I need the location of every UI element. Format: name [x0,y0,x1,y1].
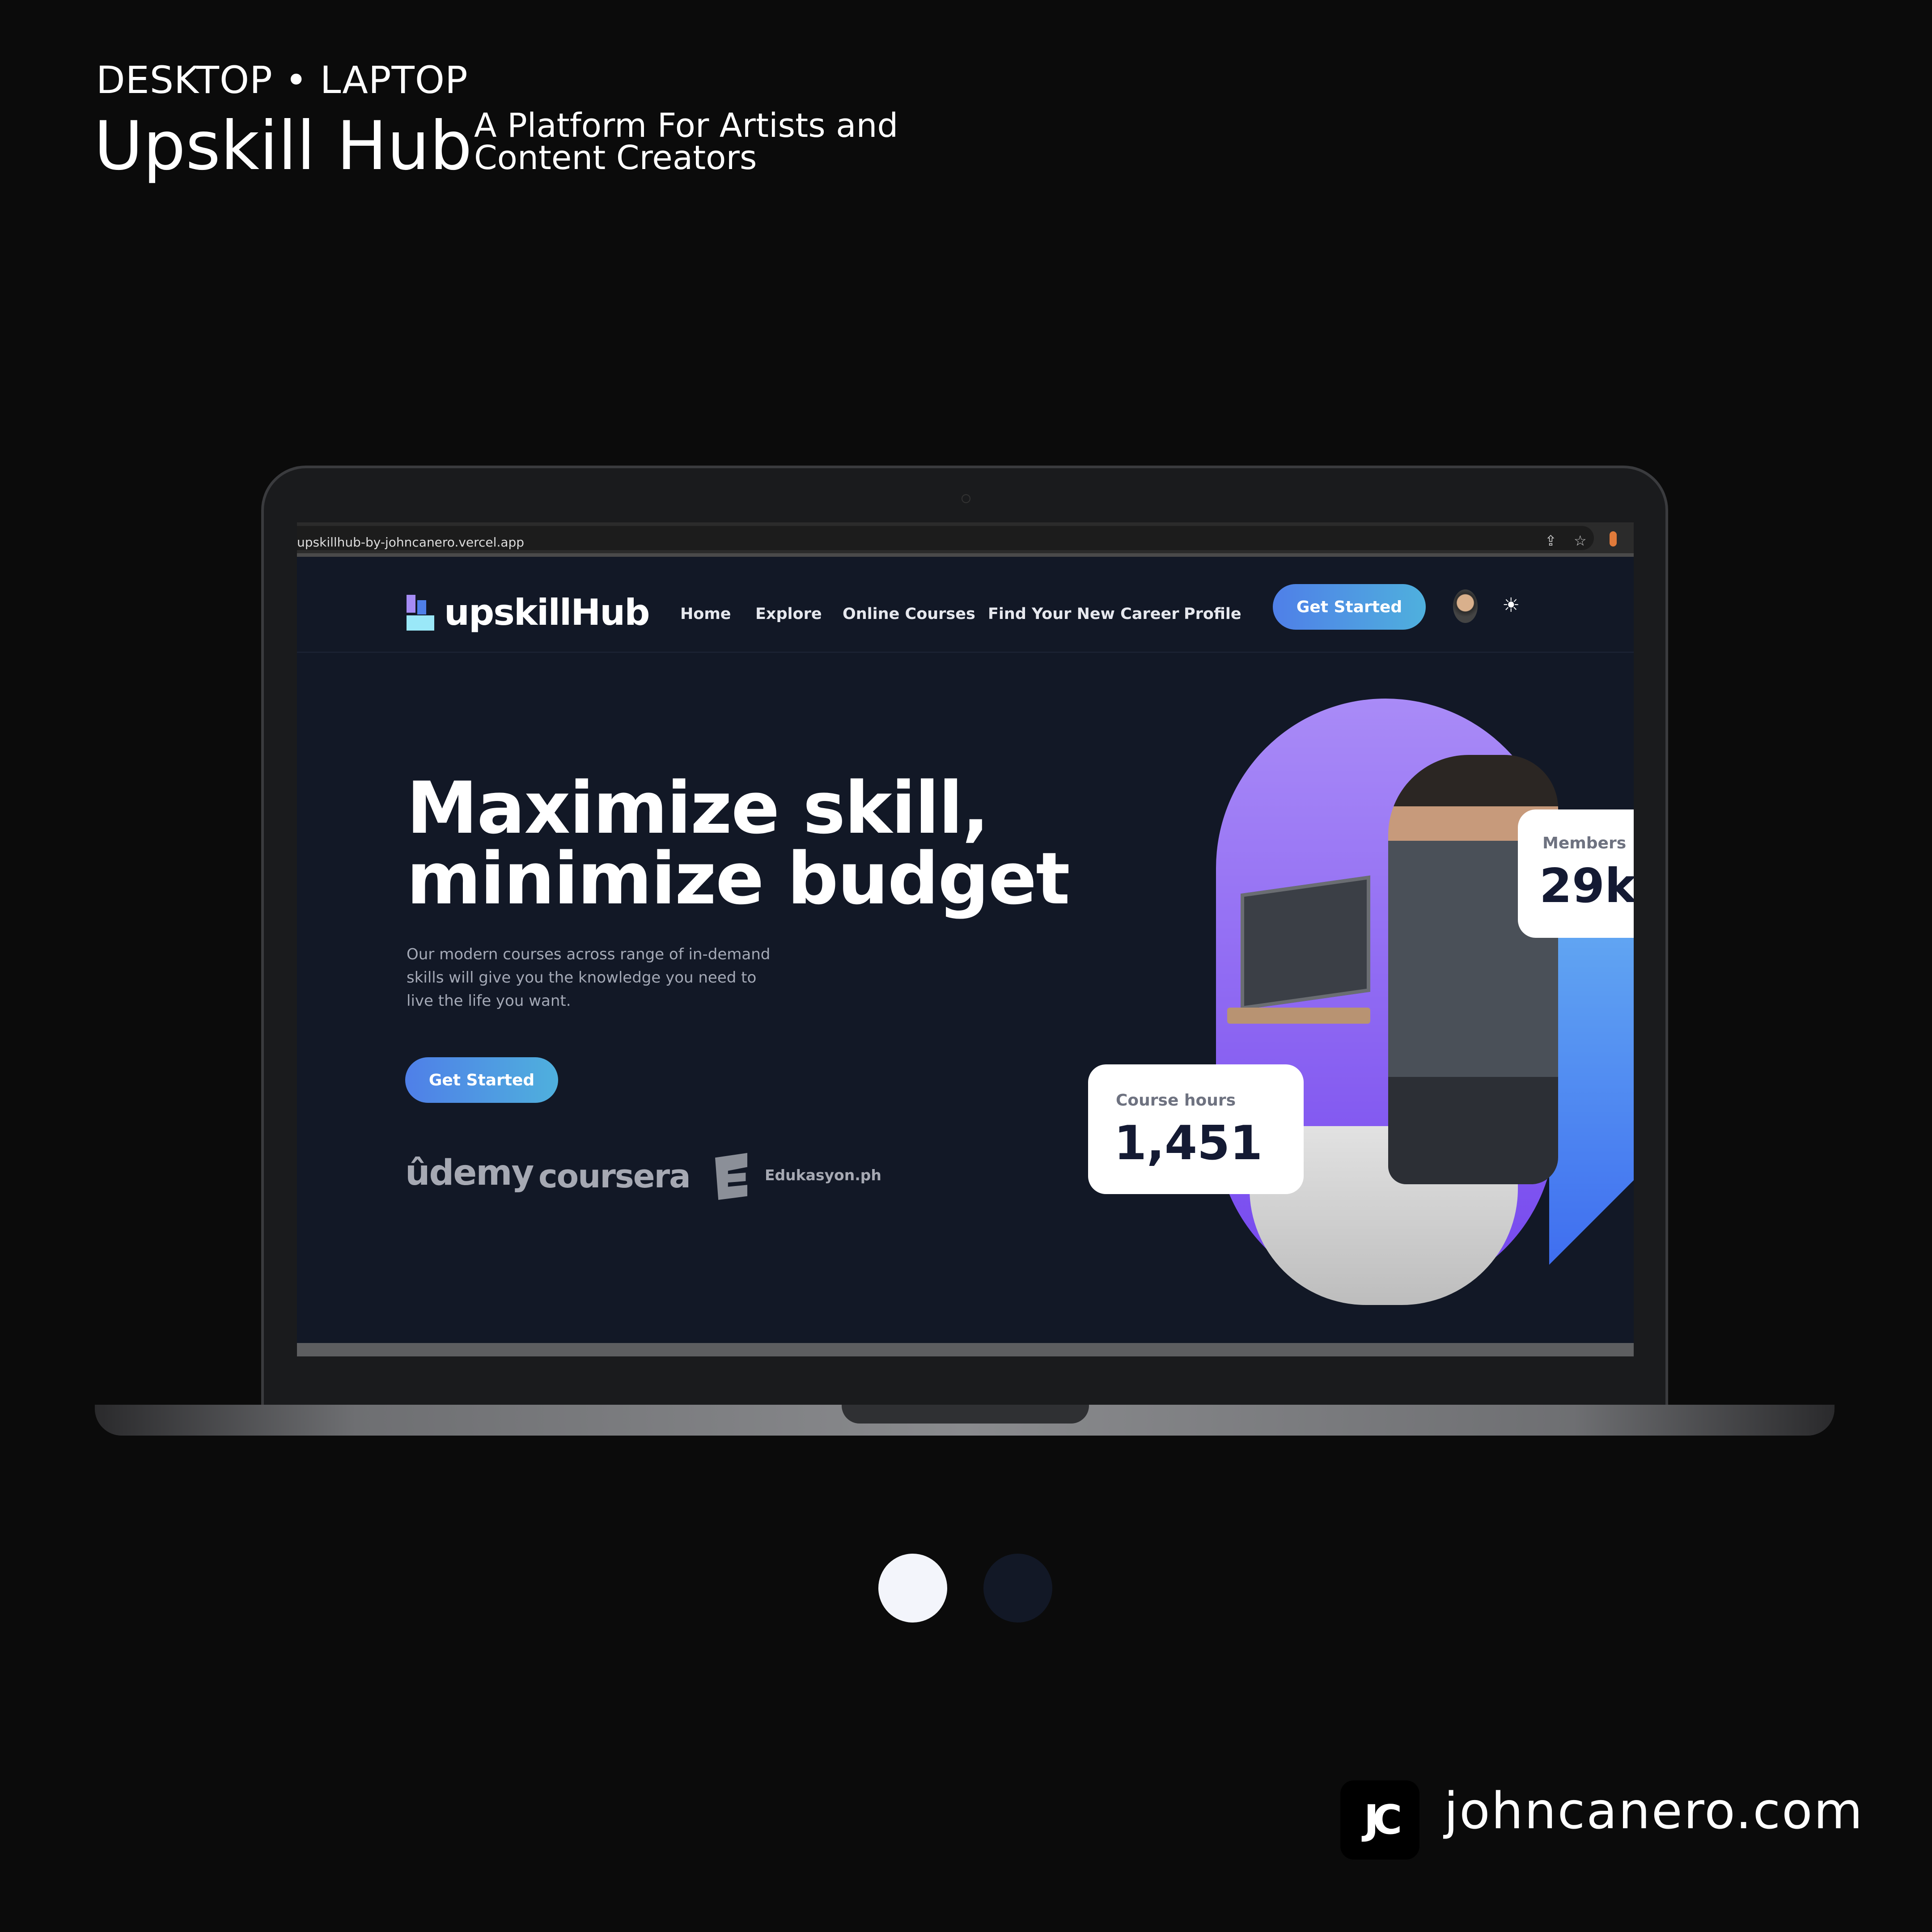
laptop-screen: upskillhub-by-johncanero.vercel.app ⇪ ☆ … [297,522,1634,1356]
horizontal-scrollbar[interactable] [297,1343,1634,1356]
site-navbar: upskillHub Home Explore Online Courses F… [297,560,1634,653]
camera-icon [962,494,970,503]
laptop-notch [842,1405,1089,1424]
members-value: 29k [1539,859,1634,913]
showcase-title: Upskill Hub [94,107,472,185]
address-bar[interactable]: upskillhub-by-johncanero.vercel.app ⇪ ☆ [297,526,1594,550]
extension-icon[interactable] [1610,531,1617,547]
dark-theme-swatch [983,1554,1052,1623]
laptop-image [1241,875,1370,1010]
get-started-button[interactable]: Get Started [1273,584,1426,630]
edukasyon-logo: Edukasyon.ph [765,1166,881,1184]
brand-website: johncanero.com [1444,1782,1864,1840]
members-stat-card: Members 29k [1518,809,1634,938]
showcase-kicker: DESKTOP • LAPTOP [96,58,468,102]
logo-icon [407,594,434,631]
hours-label: Course hours [1116,1091,1236,1110]
share-icon[interactable]: ⇪ [1545,532,1557,549]
hero-heading-line: minimize budget [407,837,1070,920]
course-hours-card: Course hours 1,451 [1088,1064,1304,1194]
coursera-logo: coursera [538,1157,691,1195]
nav-home[interactable]: Home [680,605,731,623]
desk-image [1227,1008,1370,1024]
site-logo[interactable]: upskillHub [407,592,650,633]
showcase-subtitle: A Platform For Artists and Content Creat… [474,106,898,177]
logo-text: upskillHub [444,592,650,633]
nav-explore[interactable]: Explore [755,605,822,623]
hero-heading-line: Maximize skill, [407,766,989,850]
avatar[interactable] [1453,589,1478,623]
brand-logo-icon: JC [1340,1780,1419,1860]
sun-icon[interactable]: ☀ [1502,594,1520,617]
browser-toolbar: upskillhub-by-johncanero.vercel.app ⇪ ☆ [297,522,1634,557]
hero-get-started-button[interactable]: Get Started [405,1057,558,1103]
nav-find-career[interactable]: Find Your New Career [988,605,1179,623]
hero-description: Our modern courses across range of in-de… [407,945,771,1010]
subtitle-line: A Platform For Artists and [474,106,898,145]
udemy-logo: ûdemy [405,1153,534,1193]
subtitle-line: Content Creators [474,139,757,177]
members-label: Members [1542,834,1627,852]
nav-profile[interactable]: Profile [1184,605,1241,623]
hours-value: 1,451 [1114,1116,1263,1170]
nav-online-courses[interactable]: Online Courses [843,605,975,623]
hero-heading: Maximize skill, minimize budget [407,766,1070,920]
edukasyon-icon [715,1153,747,1200]
url-text[interactable]: upskillhub-by-johncanero.vercel.app [297,535,524,550]
star-icon[interactable]: ☆ [1574,532,1587,549]
light-theme-swatch [878,1554,947,1623]
